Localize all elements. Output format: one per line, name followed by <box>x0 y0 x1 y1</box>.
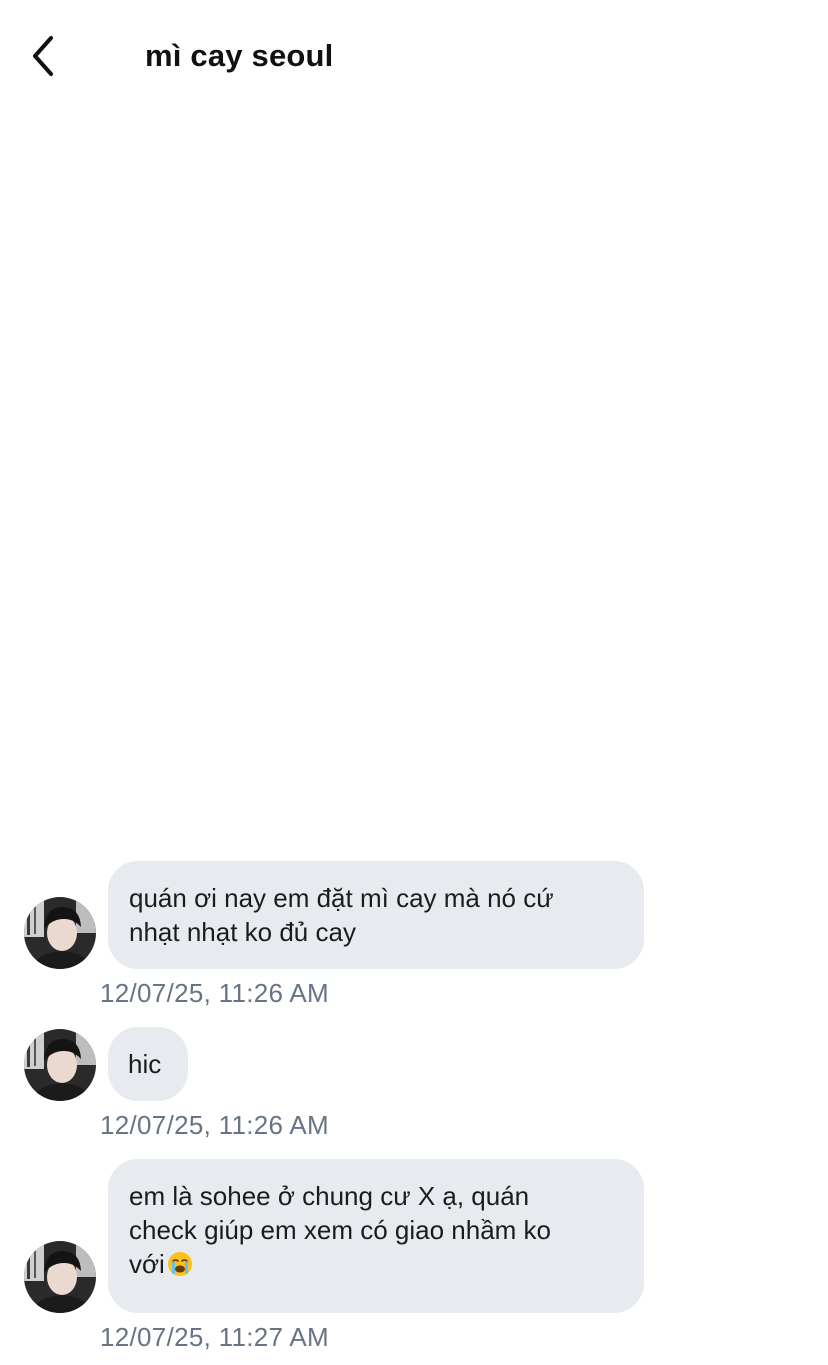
message-timestamp: 12/07/25, 11:26 AM <box>100 978 329 1008</box>
message-bubble[interactable]: quán ơi nay em đặt mì cay mà nó cứ nhạt … <box>108 861 644 969</box>
message-text: hic <box>128 1049 162 1079</box>
avatar[interactable] <box>24 1241 96 1313</box>
conversation-title: mì cay seoul <box>145 38 334 73</box>
back-button[interactable] <box>20 30 68 82</box>
message-bubble[interactable]: em là sohee ở chung cư X ạ, quán check g… <box>108 1159 644 1313</box>
avatar[interactable] <box>24 897 96 969</box>
message-bubble[interactable]: hic <box>108 1027 188 1101</box>
chat-header: mì cay seoul <box>0 0 828 112</box>
chevron-left-icon <box>33 36 53 76</box>
message-text: quán ơi nay em đặt mì cay mà nó cứ nhạt … <box>129 883 554 947</box>
avatar[interactable] <box>24 1029 96 1101</box>
message-timestamp: 12/07/25, 11:27 AM <box>100 1322 329 1352</box>
message-timestamp: 12/07/25, 11:26 AM <box>100 1110 329 1140</box>
loudly-crying-face-icon <box>167 1252 192 1276</box>
